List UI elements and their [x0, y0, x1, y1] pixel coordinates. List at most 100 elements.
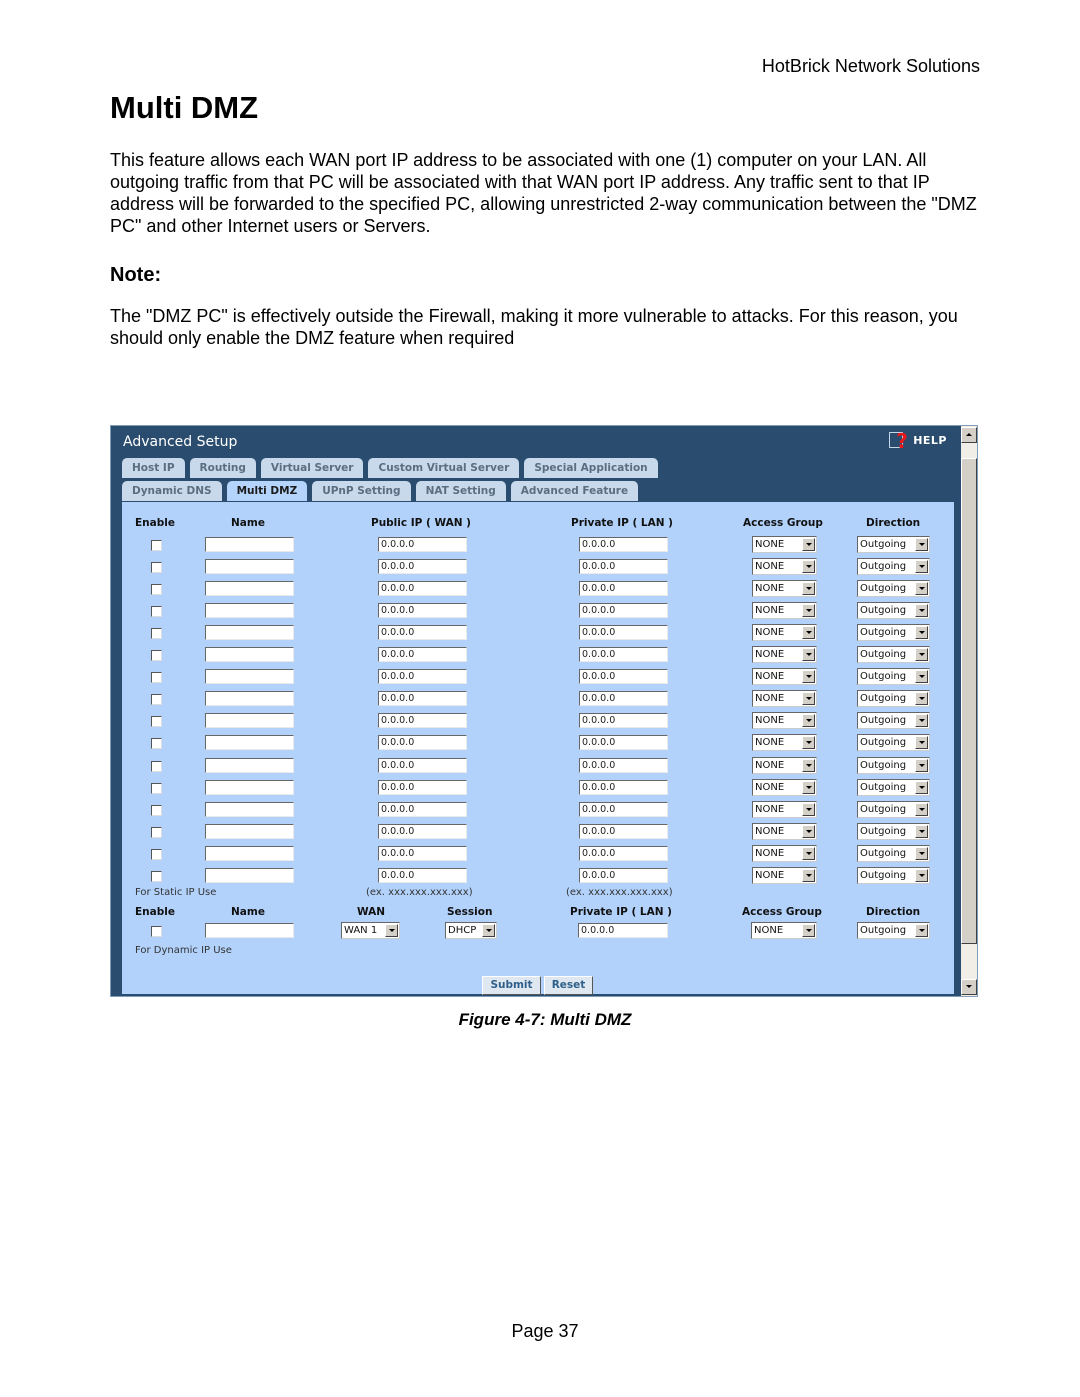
direction-select[interactable]: Outgoing — [857, 690, 930, 707]
enable-checkbox[interactable] — [151, 584, 162, 595]
direction-select[interactable]: Outgoing — [857, 757, 930, 774]
public-ip-input[interactable]: 0.0.0.0 — [378, 581, 467, 596]
name-input[interactable] — [205, 647, 294, 662]
name-input[interactable] — [205, 758, 294, 773]
access-group-select[interactable]: NONE — [752, 757, 817, 774]
public-ip-input[interactable]: 0.0.0.0 — [378, 625, 467, 640]
access-group-select[interactable]: NONE — [752, 580, 817, 597]
enable-checkbox[interactable] — [151, 716, 162, 727]
enable-checkbox[interactable] — [151, 871, 162, 882]
private-ip-input[interactable]: 0.0.0.0 — [579, 802, 668, 817]
enable-checkbox[interactable] — [151, 761, 162, 772]
tab-host-ip[interactable]: Host IP — [122, 458, 185, 478]
access-group-select[interactable]: NONE — [752, 646, 817, 663]
direction-select[interactable]: Outgoing — [857, 558, 930, 575]
private-ip-input[interactable]: 0.0.0.0 — [579, 758, 668, 773]
private-ip-input[interactable]: 0.0.0.0 — [579, 691, 668, 706]
direction-select[interactable]: Outgoing — [857, 602, 930, 619]
scroll-thumb[interactable] — [961, 458, 977, 944]
access-group-select[interactable]: NONE — [752, 712, 817, 729]
direction-select[interactable]: Outgoing — [857, 536, 930, 553]
access-group-select[interactable]: NONE — [752, 734, 817, 751]
private-ip-input[interactable]: 0.0.0.0 — [579, 846, 668, 861]
access-group-select[interactable]: NONE — [752, 690, 817, 707]
dyn-name-input[interactable] — [205, 923, 294, 938]
dyn-access-group-select[interactable]: NONE — [751, 922, 817, 939]
dyn-direction-select[interactable]: Outgoing — [857, 922, 930, 939]
tab-custom-virtual-server[interactable]: Custom Virtual Server — [368, 458, 520, 478]
public-ip-input[interactable]: 0.0.0.0 — [378, 713, 467, 728]
public-ip-input[interactable]: 0.0.0.0 — [378, 824, 467, 839]
dyn-private-ip-input[interactable]: 0.0.0.0 — [578, 923, 668, 938]
vertical-scrollbar[interactable] — [961, 426, 977, 996]
scroll-down-icon[interactable] — [961, 979, 977, 995]
private-ip-input[interactable]: 0.0.0.0 — [579, 647, 668, 662]
name-input[interactable] — [205, 603, 294, 618]
direction-select[interactable]: Outgoing — [857, 779, 930, 796]
direction-select[interactable]: Outgoing — [857, 734, 930, 751]
public-ip-input[interactable]: 0.0.0.0 — [378, 846, 467, 861]
public-ip-input[interactable]: 0.0.0.0 — [378, 780, 467, 795]
private-ip-input[interactable]: 0.0.0.0 — [579, 581, 668, 596]
enable-checkbox[interactable] — [151, 694, 162, 705]
tab-upnp-setting[interactable]: UPnP Setting — [312, 481, 411, 501]
public-ip-input[interactable]: 0.0.0.0 — [378, 691, 467, 706]
enable-checkbox[interactable] — [151, 849, 162, 860]
help-button[interactable]: ? HELP — [889, 429, 947, 453]
name-input[interactable] — [205, 537, 294, 552]
tab-special-application[interactable]: Special Application — [524, 458, 658, 478]
public-ip-input[interactable]: 0.0.0.0 — [378, 868, 467, 883]
enable-checkbox[interactable] — [151, 805, 162, 816]
public-ip-input[interactable]: 0.0.0.0 — [378, 802, 467, 817]
enable-checkbox[interactable] — [151, 672, 162, 683]
tab-advanced-feature[interactable]: Advanced Feature — [510, 481, 639, 501]
enable-checkbox[interactable] — [151, 738, 162, 749]
name-input[interactable] — [205, 846, 294, 861]
tab-routing[interactable]: Routing — [189, 458, 256, 478]
public-ip-input[interactable]: 0.0.0.0 — [378, 537, 467, 552]
name-input[interactable] — [205, 735, 294, 750]
dyn-session-select[interactable]: DHCP — [445, 922, 497, 939]
enable-checkbox[interactable] — [151, 628, 162, 639]
access-group-select[interactable]: NONE — [752, 867, 817, 884]
name-input[interactable] — [205, 713, 294, 728]
enable-checkbox[interactable] — [151, 540, 162, 551]
private-ip-input[interactable]: 0.0.0.0 — [579, 780, 668, 795]
access-group-select[interactable]: NONE — [752, 624, 817, 641]
name-input[interactable] — [205, 691, 294, 706]
private-ip-input[interactable]: 0.0.0.0 — [579, 559, 668, 574]
tab-virtual-server[interactable]: Virtual Server — [260, 458, 364, 478]
private-ip-input[interactable]: 0.0.0.0 — [579, 603, 668, 618]
direction-select[interactable]: Outgoing — [857, 624, 930, 641]
direction-select[interactable]: Outgoing — [857, 801, 930, 818]
dyn-wan-select[interactable]: WAN 1 — [341, 922, 400, 939]
submit-button[interactable]: Submit — [482, 976, 541, 995]
name-input[interactable] — [205, 559, 294, 574]
name-input[interactable] — [205, 868, 294, 883]
direction-select[interactable]: Outgoing — [857, 845, 930, 862]
access-group-select[interactable]: NONE — [752, 558, 817, 575]
scroll-up-icon[interactable] — [961, 427, 977, 443]
enable-checkbox[interactable] — [151, 827, 162, 838]
name-input[interactable] — [205, 802, 294, 817]
public-ip-input[interactable]: 0.0.0.0 — [378, 735, 467, 750]
name-input[interactable] — [205, 780, 294, 795]
name-input[interactable] — [205, 625, 294, 640]
access-group-select[interactable]: NONE — [752, 779, 817, 796]
direction-select[interactable]: Outgoing — [857, 646, 930, 663]
name-input[interactable] — [205, 581, 294, 596]
private-ip-input[interactable]: 0.0.0.0 — [579, 713, 668, 728]
access-group-select[interactable]: NONE — [752, 536, 817, 553]
public-ip-input[interactable]: 0.0.0.0 — [378, 669, 467, 684]
name-input[interactable] — [205, 669, 294, 684]
access-group-select[interactable]: NONE — [752, 602, 817, 619]
tab-nat-setting[interactable]: NAT Setting — [415, 481, 506, 501]
direction-select[interactable]: Outgoing — [857, 580, 930, 597]
reset-button[interactable]: Reset — [544, 976, 593, 995]
public-ip-input[interactable]: 0.0.0.0 — [378, 758, 467, 773]
enable-checkbox[interactable] — [151, 783, 162, 794]
direction-select[interactable]: Outgoing — [857, 823, 930, 840]
direction-select[interactable]: Outgoing — [857, 867, 930, 884]
public-ip-input[interactable]: 0.0.0.0 — [378, 559, 467, 574]
name-input[interactable] — [205, 824, 294, 839]
